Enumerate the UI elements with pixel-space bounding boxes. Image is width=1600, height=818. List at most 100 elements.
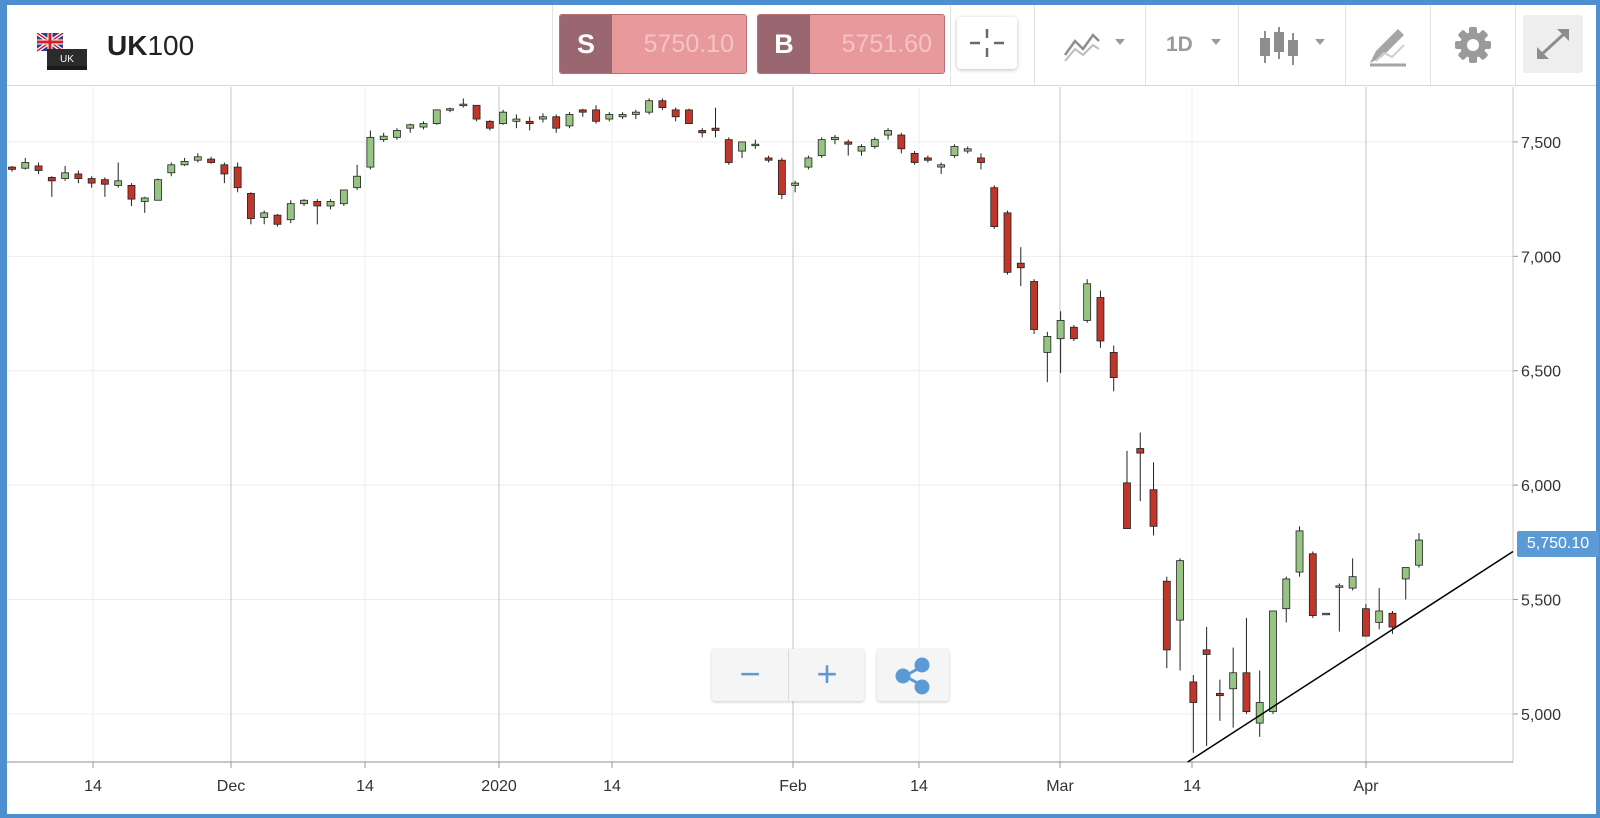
candle[interactable]: [1229, 647, 1238, 728]
candle[interactable]: [154, 178, 162, 201]
candle[interactable]: [326, 199, 335, 210]
candle[interactable]: [432, 109, 441, 125]
candle[interactable]: [1056, 311, 1065, 374]
zoom-in-button[interactable]: +: [789, 649, 865, 701]
candle[interactable]: [87, 176, 96, 188]
candle[interactable]: [140, 196, 149, 213]
candle[interactable]: [1362, 604, 1370, 637]
candle[interactable]: [804, 155, 813, 170]
candle[interactable]: [61, 165, 69, 181]
candle[interactable]: [1348, 558, 1357, 591]
candle[interactable]: [379, 132, 388, 142]
candle[interactable]: [512, 114, 521, 129]
candle[interactable]: [1401, 567, 1410, 600]
candle[interactable]: [552, 114, 561, 133]
candle[interactable]: [393, 128, 401, 140]
candle[interactable]: [167, 162, 176, 177]
candle[interactable]: [1069, 324, 1078, 341]
candle[interactable]: [671, 107, 680, 122]
candle[interactable]: [1202, 627, 1211, 746]
candle[interactable]: [578, 108, 587, 117]
candle[interactable]: [1003, 210, 1012, 275]
candle[interactable]: [1282, 576, 1291, 623]
candle[interactable]: [459, 98, 468, 108]
candle[interactable]: [1149, 462, 1158, 536]
candle[interactable]: [193, 153, 202, 163]
candle[interactable]: [8, 165, 16, 172]
candle[interactable]: [565, 112, 574, 129]
candle[interactable]: [472, 104, 481, 122]
candle[interactable]: [300, 199, 308, 206]
candle[interactable]: [499, 109, 508, 125]
candle[interactable]: [47, 176, 56, 197]
candle[interactable]: [844, 139, 853, 156]
candle[interactable]: [1215, 679, 1224, 721]
candle[interactable]: [34, 162, 43, 174]
candle[interactable]: [884, 128, 892, 140]
candle[interactable]: [114, 162, 123, 188]
candle[interactable]: [1242, 617, 1251, 714]
candle[interactable]: [950, 144, 959, 158]
candle[interactable]: [1096, 290, 1105, 348]
candle[interactable]: [353, 164, 362, 190]
candle[interactable]: [101, 177, 109, 197]
candle[interactable]: [1030, 279, 1038, 335]
candle[interactable]: [592, 105, 600, 124]
candle[interactable]: [1335, 583, 1344, 632]
candle[interactable]: [645, 98, 654, 115]
candle[interactable]: [339, 189, 348, 206]
candle[interactable]: [897, 132, 906, 154]
candle[interactable]: [1308, 551, 1317, 618]
candle[interactable]: [685, 108, 693, 125]
candle[interactable]: [1322, 612, 1330, 616]
candle[interactable]: [711, 107, 720, 138]
candle[interactable]: [738, 141, 746, 158]
candle[interactable]: [910, 151, 919, 165]
candle[interactable]: [777, 157, 786, 200]
candle[interactable]: [1136, 432, 1145, 502]
candle[interactable]: [1083, 279, 1092, 323]
candle[interactable]: [1375, 588, 1384, 630]
candle[interactable]: [485, 120, 494, 131]
candle[interactable]: [286, 200, 295, 224]
candle[interactable]: [233, 162, 242, 193]
candle[interactable]: [1295, 526, 1304, 577]
candle[interactable]: [247, 192, 255, 225]
candle[interactable]: [273, 213, 282, 227]
candle[interactable]: [698, 128, 707, 138]
candle[interactable]: [923, 155, 932, 163]
candle[interactable]: [618, 112, 627, 120]
candle[interactable]: [220, 162, 229, 184]
candle[interactable]: [658, 98, 667, 110]
candle[interactable]: [1255, 670, 1264, 737]
candle[interactable]: [127, 183, 136, 206]
candle[interactable]: [525, 116, 534, 131]
candle[interactable]: [1016, 247, 1025, 287]
candle[interactable]: [831, 135, 839, 145]
candle[interactable]: [1269, 610, 1277, 714]
candle[interactable]: [937, 162, 946, 174]
candle[interactable]: [539, 113, 547, 123]
candle[interactable]: [366, 130, 375, 170]
candle[interactable]: [313, 199, 322, 225]
candle[interactable]: [1043, 331, 1052, 383]
candle[interactable]: [751, 139, 760, 149]
candle[interactable]: [74, 170, 83, 184]
candle[interactable]: [963, 146, 972, 154]
candle[interactable]: [1415, 533, 1423, 568]
candle[interactable]: [870, 137, 879, 149]
candle[interactable]: [1176, 558, 1184, 671]
candle[interactable]: [990, 185, 999, 229]
candle[interactable]: [446, 107, 454, 113]
candle[interactable]: [419, 121, 428, 130]
share-button[interactable]: [877, 649, 949, 701]
candle[interactable]: [817, 137, 826, 158]
candle[interactable]: [1162, 576, 1171, 669]
candle[interactable]: [977, 153, 985, 170]
candle[interactable]: [207, 156, 216, 164]
candle[interactable]: [631, 109, 640, 120]
candle[interactable]: [406, 123, 415, 133]
candle[interactable]: [857, 144, 866, 156]
candle[interactable]: [180, 157, 189, 166]
candle[interactable]: [260, 210, 269, 225]
